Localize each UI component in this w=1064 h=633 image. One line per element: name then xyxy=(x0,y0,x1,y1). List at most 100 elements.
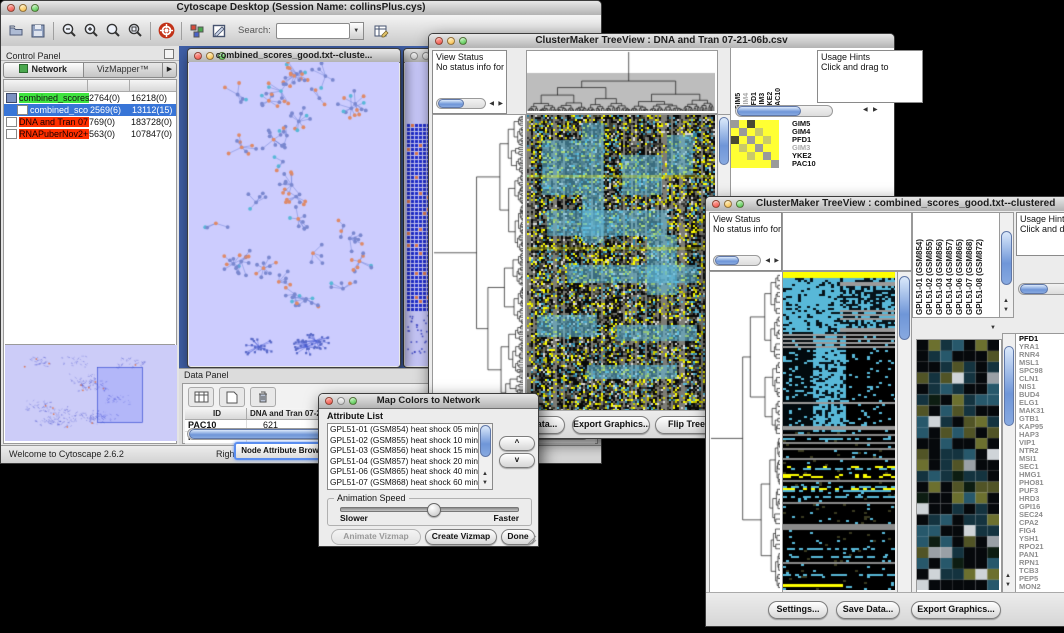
scroll-down-icon[interactable]: ▼ xyxy=(1005,582,1011,589)
treeview2-vscrollbar[interactable] xyxy=(897,271,912,593)
attribute-list-item[interactable]: GPL51-01 (GSM854) heat shock 05 min xyxy=(328,424,478,435)
attribute-list-item[interactable]: GPL51-07 (GSM868) heat shock 60 min xyxy=(328,477,478,488)
matrix-cell xyxy=(763,120,771,128)
view-status-scrollbar[interactable] xyxy=(713,255,761,266)
attribute-list-item[interactable]: GPL51-06 (GSM865) heat shock 40 min xyxy=(328,466,478,477)
treeview2-zoom-heatmap[interactable] xyxy=(917,340,999,590)
scroll-right-icon[interactable]: ▶ xyxy=(873,107,878,114)
heatmap-col-label: GPL51-06 (GSM865) xyxy=(955,219,965,315)
treeview1-heatmap[interactable] xyxy=(527,115,715,410)
col-header-nodes[interactable] xyxy=(88,80,130,92)
treeview2-usage-hints: Usage Hints Click and drag xyxy=(1016,212,1064,256)
network-overview[interactable] xyxy=(5,344,175,442)
heatmap-col-label: GPL51-04 (GSM857) xyxy=(945,219,955,315)
network-list-row[interactable]: DNA and Tran 07769(0)183728(0) xyxy=(4,116,176,128)
treeview2-collabel-scrollbar[interactable]: ▲ ▼ xyxy=(999,212,1014,318)
settings-button[interactable]: Settings... xyxy=(768,601,828,619)
help-ring-icon[interactable] xyxy=(155,20,177,41)
attribute-table-icon[interactable] xyxy=(188,387,214,407)
network-view-1[interactable] xyxy=(189,62,399,366)
export-graphics-button[interactable]: Export Graphics... xyxy=(911,601,1001,619)
slider-thumb[interactable] xyxy=(427,503,441,517)
float-panel-icon[interactable] xyxy=(164,49,174,59)
zoom-scroll-down-icon[interactable]: ▼ xyxy=(990,325,996,332)
animation-speed-slider[interactable] xyxy=(340,507,519,512)
node-count: 769(0) xyxy=(89,117,131,127)
scroll-right-icon[interactable]: ▶ xyxy=(498,101,503,108)
resize-grip[interactable] xyxy=(527,535,537,545)
col-header-network[interactable] xyxy=(4,80,88,92)
gene-label[interactable]: MON2 xyxy=(1019,583,1044,591)
treeview2-usage-scrollbar[interactable] xyxy=(1018,283,1064,295)
tab-network[interactable]: Network xyxy=(3,62,84,78)
edge-count: 107847(0) xyxy=(131,129,176,139)
network-name: DNA and Tran 07 xyxy=(19,117,89,127)
table-edit-icon[interactable] xyxy=(370,20,392,41)
attribute-list-item[interactable]: GPL51-02 (GSM855) heat shock 10 min xyxy=(328,435,478,446)
search-input[interactable] xyxy=(276,23,350,39)
attribute-list-scrollbar[interactable]: ▲ ▼ xyxy=(478,424,492,489)
treeview1-row-dendrogram[interactable] xyxy=(433,115,523,410)
tab-overflow-arrow[interactable]: ▶ xyxy=(163,62,177,78)
attribute-list-item[interactable]: GPL51-03 (GSM856) heat shock 15 min xyxy=(328,445,478,456)
treeview2-column-dendrogram[interactable] xyxy=(782,212,912,271)
treeview1-zoom-hscrollbar[interactable] xyxy=(735,105,833,117)
main-titlebar[interactable]: Cytoscape Desktop (Session Name: collins… xyxy=(1,1,601,16)
vizmapper-icon[interactable] xyxy=(186,20,208,41)
scroll-left-icon[interactable]: ◀ xyxy=(489,101,494,108)
data-col-id[interactable]: ID xyxy=(185,408,247,420)
create-vizmap-button[interactable]: Create Vizmap xyxy=(425,529,497,545)
treeview1-zoom-heatmap[interactable] xyxy=(731,120,779,168)
matrix-cell xyxy=(771,128,779,136)
treeview2-heatmap[interactable] xyxy=(783,272,895,590)
treeview1-titlebar[interactable]: ClusterMaker TreeView : DNA and Tran 07-… xyxy=(429,34,894,49)
treeview2-gene-labels: PFD1YRA1RNR4MSL1SPC98CLN1NIS1BUD4ELG1MAK… xyxy=(1019,335,1044,591)
network-list-row[interactable]: combined_sco2569(6)13112(15) xyxy=(4,104,176,116)
network-list-row[interactable]: RNAPuberNov2+!563(0)107847(0) xyxy=(4,128,176,140)
move-up-button[interactable]: ^ xyxy=(499,436,535,451)
treeview1-column-dendrogram[interactable] xyxy=(527,51,715,111)
scroll-left-icon[interactable]: ◀ xyxy=(765,258,770,265)
view-status-title: View Status xyxy=(433,51,506,62)
zoom-fit-icon[interactable] xyxy=(102,20,124,41)
dialog-titlebar[interactable]: Map Colors to Network xyxy=(319,394,538,409)
view-status-scrollbar[interactable] xyxy=(436,98,486,109)
delete-attribute-icon[interactable] xyxy=(250,387,276,407)
open-icon[interactable] xyxy=(5,20,27,41)
scroll-up-icon[interactable]: ▲ xyxy=(1003,298,1009,305)
save-icon[interactable] xyxy=(27,20,49,41)
scroll-down-icon[interactable]: ▼ xyxy=(1003,307,1009,314)
treeview1-usage-hints: Usage Hints Click and drag to xyxy=(817,50,923,103)
zoom-out-icon[interactable] xyxy=(58,20,80,41)
scroll-up-icon[interactable]: ▲ xyxy=(482,471,488,478)
zoom-in-icon[interactable] xyxy=(80,20,102,41)
scroll-left-icon[interactable]: ◀ xyxy=(863,107,868,114)
network-name: combined_sco xyxy=(30,105,90,115)
move-down-button[interactable]: v xyxy=(499,453,535,468)
export-graphics-button[interactable]: Export Graphics... xyxy=(572,416,650,434)
tab-vizmapper[interactable]: VizMapper™ xyxy=(84,62,164,78)
treeview1-view-status: View Status No status info for ◀ ▶ xyxy=(432,50,507,114)
scroll-up-icon[interactable]: ▲ xyxy=(1005,573,1011,580)
attribute-list-item[interactable]: GPL51-04 (GSM857) heat shock 20 min xyxy=(328,456,478,467)
zoom-selected-icon[interactable] xyxy=(124,20,146,41)
new-attribute-icon[interactable] xyxy=(219,387,245,407)
network-list-row[interactable]: combined_scores2764(0)16218(0) xyxy=(4,92,176,104)
node-count: 563(0) xyxy=(89,129,131,139)
treeview2-row-dendrogram[interactable] xyxy=(710,272,780,590)
animate-vizmap-button[interactable]: Animate Vizmap xyxy=(331,529,421,545)
matrix-cell xyxy=(747,120,755,128)
scroll-right-icon[interactable]: ▶ xyxy=(774,258,779,265)
treeview2-col-labels: GPL51-01 (GSM854)GPL51-02 (GSM855)GPL51-… xyxy=(915,219,985,315)
matrix-cell xyxy=(747,144,755,152)
save-data-button[interactable]: Save Data... xyxy=(836,601,900,619)
col-header-edges[interactable] xyxy=(130,80,176,92)
close-icon[interactable] xyxy=(410,52,418,60)
search-dropdown-icon[interactable]: ▼ xyxy=(350,22,364,40)
treeview2-titlebar[interactable]: ClusterMaker TreeView : combined_scores_… xyxy=(706,197,1064,212)
matrix-cell xyxy=(763,136,771,144)
treeview2-gene-scrollbar[interactable]: ▲ ▼ xyxy=(1002,333,1016,593)
annotation-icon[interactable] xyxy=(208,20,230,41)
scroll-down-icon[interactable]: ▼ xyxy=(482,480,488,487)
attribute-listbox[interactable]: GPL51-01 (GSM854) heat shock 05 minGPL51… xyxy=(327,423,493,490)
